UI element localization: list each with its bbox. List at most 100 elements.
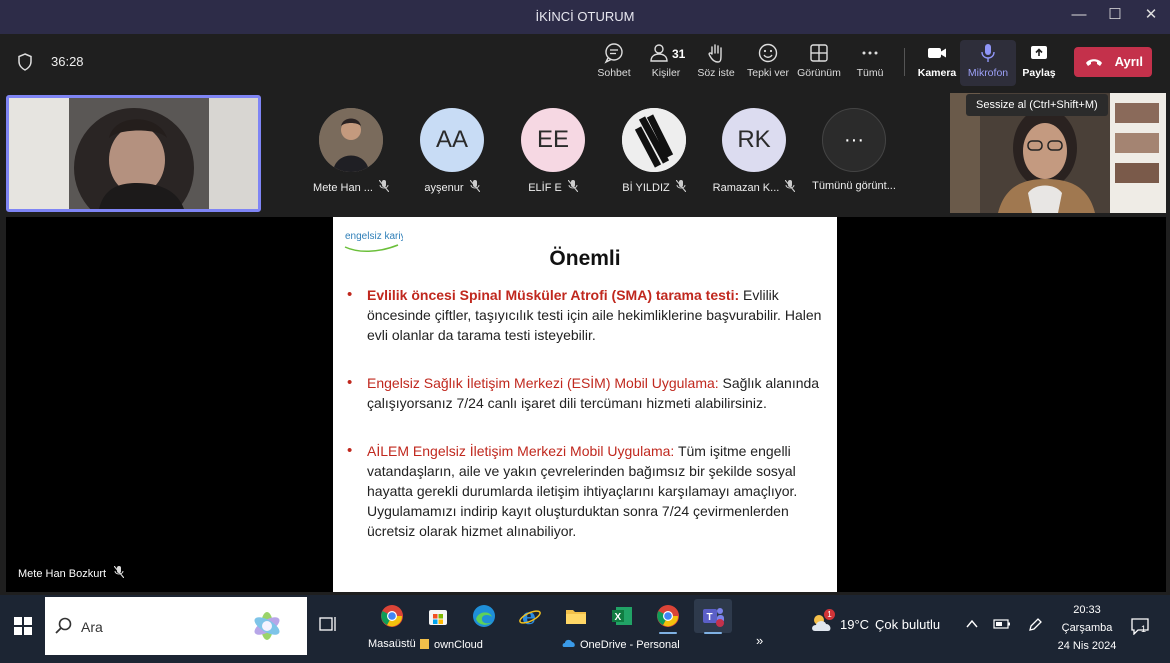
windows-taskbar: Ara e X T Masaüstü ownCloud OneDrive - P…	[0, 595, 1170, 663]
presentation-slide: engelsiz kariyer Önemli Evlilik öncesi S…	[333, 217, 837, 592]
notification-icon[interactable]: 1	[1131, 617, 1149, 640]
microphone-button[interactable]: Mikrofon	[960, 40, 1016, 86]
chrome-window-icon[interactable]	[649, 599, 687, 634]
leave-button[interactable]: Ayrıl	[1074, 47, 1152, 77]
desktop-toolbar-link[interactable]: Masaüstü	[368, 638, 416, 650]
people-icon	[650, 44, 668, 62]
avatar-initials: RK	[737, 126, 771, 153]
bullet-heading: Evlilik öncesi Spinal Müsküler Atrofi (S…	[367, 287, 740, 303]
microsoft-store-icon[interactable]	[419, 599, 457, 633]
window-title: İKİNCİ OTURUM	[535, 9, 635, 24]
window-titlebar: İKİNCİ OTURUM — ☐ ✕	[0, 0, 1170, 34]
raise-hand-label: Söz iste	[697, 67, 735, 79]
search-highlight-icon	[254, 612, 280, 640]
view-label: Görünüm	[797, 67, 841, 79]
participant-name: Ramazan K...	[712, 181, 780, 194]
more-button[interactable]: Tümü	[842, 40, 898, 86]
windows-start-icon[interactable]	[14, 617, 32, 640]
teams-app-icon[interactable]: T	[694, 599, 732, 634]
avatar-initials: AA	[435, 126, 468, 153]
bullet-heading: AİLEM Engelsiz İletişim Merkezi Mobil Uy…	[367, 443, 675, 459]
close-button[interactable]: ✕	[1136, 4, 1166, 28]
search-icon	[55, 617, 72, 634]
avatar: RK	[722, 108, 786, 172]
running-indicator	[704, 632, 722, 634]
clock-date: 24 Nis 2024	[1057, 640, 1117, 652]
file-explorer-icon[interactable]	[557, 599, 595, 633]
mute-tooltip: Sessize al (Ctrl+Shift+M)	[966, 94, 1108, 116]
meeting-toolbar: 36:28 Sohbet 31 Kişiler Söz iste Tepki v…	[0, 34, 1170, 90]
react-button[interactable]: Tepki ver	[740, 40, 796, 86]
avatar	[319, 108, 383, 172]
people-label: Kişiler	[651, 67, 681, 79]
mic-off-icon	[675, 179, 687, 195]
mic-off-icon	[784, 179, 796, 195]
toolbar-divider	[904, 48, 905, 76]
owncloud-toolbar-link[interactable]: ownCloud	[420, 638, 483, 652]
participant-tile[interactable]: Bİ YILDIZ	[607, 108, 701, 195]
participant-name: Bİ YILDIZ	[622, 181, 670, 194]
weather-temperature: 19°C	[840, 617, 870, 632]
search-placeholder: Ara	[81, 619, 103, 635]
chevron-up-icon[interactable]	[965, 617, 979, 636]
view-button[interactable]: Görünüm	[791, 40, 847, 86]
hang-up-icon	[1086, 59, 1102, 66]
mic-off-icon	[113, 565, 125, 581]
onedrive-icon	[562, 638, 576, 651]
self-video-tile[interactable]	[6, 95, 261, 212]
toolbar-overflow-button[interactable]: »	[756, 633, 763, 648]
minimize-button[interactable]: —	[1064, 4, 1094, 28]
mic-off-icon	[469, 179, 481, 195]
share-label: Paylaş	[1022, 67, 1056, 79]
list-item: Engelsiz Sağlık İletişim Merkezi (ESİM) …	[347, 373, 827, 413]
edge-app-icon[interactable]	[465, 599, 503, 633]
battery-icon[interactable]	[993, 617, 1011, 636]
raise-hand-icon	[708, 44, 722, 63]
maximize-button[interactable]: ☐	[1100, 4, 1130, 28]
logo-text: engelsiz kariyer	[345, 231, 403, 242]
more-icon: ···	[822, 108, 886, 172]
mic-off-icon	[378, 179, 390, 195]
participant-tile[interactable]: Mete Han ...	[304, 108, 398, 195]
chrome-app-icon[interactable]	[373, 599, 411, 633]
share-button[interactable]: Paylaş	[1011, 40, 1067, 86]
weather-badge: 1	[824, 609, 835, 620]
shield-icon	[17, 53, 33, 76]
clock-day: Çarşamba	[1061, 622, 1113, 634]
participant-tile[interactable]: RK Ramazan K...	[707, 108, 801, 195]
meeting-stage: Mete Han ... AA ayşenur EE ELİF E Bİ YIL…	[0, 90, 1170, 595]
avatar: AA	[420, 108, 484, 172]
people-button[interactable]: 31 Kişiler	[638, 40, 694, 86]
more-label: Tümü	[856, 67, 884, 79]
microphone-label: Mikrofon	[967, 67, 1009, 79]
svg-text:X: X	[615, 612, 622, 623]
task-view-icon[interactable]	[318, 615, 338, 638]
pen-icon[interactable]	[1027, 617, 1043, 638]
more-icon	[862, 51, 878, 55]
react-label: Tepki ver	[746, 67, 789, 79]
avatar	[622, 108, 686, 172]
clock-time: 20:33	[1073, 604, 1101, 616]
mic-off-icon	[567, 179, 579, 195]
internet-explorer-icon[interactable]: e	[511, 599, 549, 633]
presenter-name: Mete Han Bozkurt	[18, 567, 107, 580]
share-icon	[1031, 46, 1047, 59]
weather-widget[interactable]: 1 19°C Çok bulutlu	[810, 609, 940, 636]
taskbar-search-box[interactable]: Ara	[45, 597, 307, 655]
chat-button[interactable]: Sohbet	[586, 40, 642, 86]
list-item: AİLEM Engelsiz İletişim Merkezi Mobil Uy…	[347, 441, 827, 541]
slide-bullets: Evlilik öncesi Spinal Müsküler Atrofi (S…	[347, 285, 827, 569]
onedrive-toolbar-link[interactable]: OneDrive - Personal	[562, 638, 680, 651]
participant-tile[interactable]: EE ELİF E	[506, 108, 600, 195]
camera-button[interactable]: Kamera	[909, 40, 965, 86]
participant-tile[interactable]: AA ayşenur	[405, 108, 499, 195]
presenter-caption: Mete Han Bozkurt	[18, 565, 125, 581]
smiley-icon	[758, 43, 778, 63]
chat-label: Sohbet	[597, 67, 631, 79]
view-all-participants-button[interactable]: ··· Tümünü görünt...	[807, 108, 901, 192]
view-all-label: Tümünü görünt...	[812, 180, 896, 192]
taskbar-clock[interactable]: 20:33 Çarşamba 24 Nis 2024	[1054, 601, 1120, 655]
raise-hand-button[interactable]: Söz iste	[688, 40, 744, 86]
excel-app-icon[interactable]: X	[603, 599, 641, 633]
chat-icon	[604, 43, 623, 64]
